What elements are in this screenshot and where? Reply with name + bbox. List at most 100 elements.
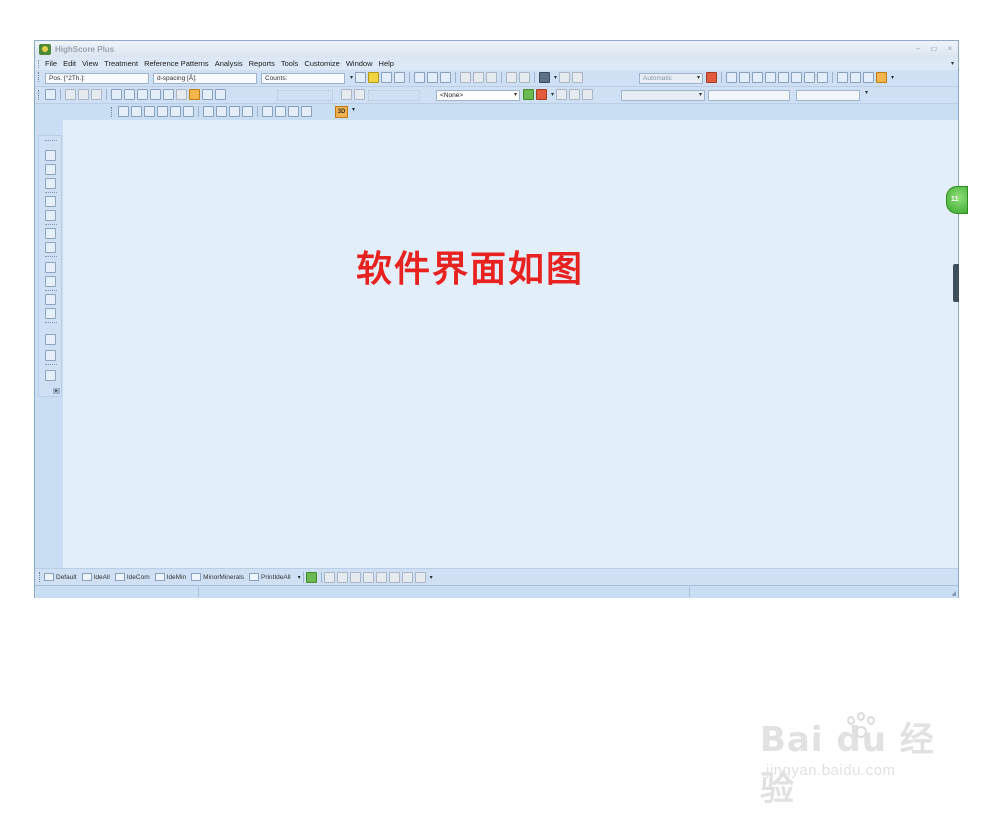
peak-display-c-icon[interactable] [137, 89, 148, 100]
bottom-bars-icon[interactable] [349, 571, 361, 583]
background-icon[interactable] [752, 72, 763, 83]
menu-tools[interactable]: Tools [281, 59, 299, 68]
scale-mode-select[interactable]: Automatic ▾ [639, 73, 703, 84]
zoom-window-icon[interactable] [275, 106, 286, 117]
intensity-slider[interactable] [277, 90, 333, 101]
document-area[interactable]: 软件界面如图 [63, 120, 958, 568]
threshold-slider[interactable] [368, 90, 420, 101]
pointer-icon[interactable] [242, 106, 253, 117]
peak-display-d-icon[interactable] [150, 89, 161, 100]
side-panel-handle[interactable] [953, 264, 959, 302]
undo-icon[interactable] [506, 72, 518, 83]
search-field-a[interactable] [708, 90, 790, 101]
filter-icon[interactable] [354, 89, 365, 100]
toolbar-grip-icon[interactable] [38, 72, 40, 82]
plot-stacked-icon[interactable] [91, 89, 102, 100]
pattern-edit-icon[interactable] [569, 89, 581, 100]
peak-display-b-icon[interactable] [124, 89, 135, 100]
pattern-filter-select[interactable]: ▾ [621, 90, 705, 101]
bottom-profile-icon[interactable] [336, 571, 348, 583]
toolbar-grip-icon[interactable] [38, 89, 40, 100]
menubar-grip-icon[interactable] [38, 60, 40, 68]
menu-customize[interactable]: Customize [304, 59, 339, 68]
layout-3-icon[interactable] [144, 106, 155, 117]
pan-icon[interactable] [301, 106, 312, 117]
menu-treatment[interactable]: Treatment [104, 59, 138, 68]
left-tool-image-icon[interactable] [45, 294, 56, 305]
graphics-window-icon[interactable] [45, 89, 56, 100]
page-setup-icon[interactable] [440, 72, 452, 83]
save-icon[interactable] [381, 72, 393, 83]
left-tool-magnifier-icon[interactable] [45, 228, 56, 239]
menu-help[interactable]: Help [379, 59, 394, 68]
report-icon[interactable] [850, 72, 861, 83]
left-tool-eraser-icon[interactable] [45, 276, 56, 287]
bottom-marker-icon[interactable] [375, 571, 387, 583]
toolbar-overflow-icon[interactable]: ▾ [352, 106, 355, 113]
toolbar-overflow-icon[interactable]: ▾ [554, 74, 557, 81]
bottom-tab-minorminerals[interactable]: MinorMinerals [191, 573, 244, 581]
zoom-box-icon[interactable] [216, 106, 227, 117]
plot-sticks-icon[interactable] [78, 89, 89, 100]
toolbar-overflow-icon[interactable]: ▾ [350, 74, 353, 81]
left-tool-scale-icon[interactable] [45, 350, 56, 361]
maximize-button[interactable]: ▭ [930, 43, 938, 54]
toolbar-grip-icon[interactable] [111, 106, 113, 117]
database-icon[interactable] [539, 72, 551, 83]
toolbar-overflow-icon[interactable]: ▾ [298, 574, 301, 581]
layout-5-icon[interactable] [170, 106, 181, 117]
search-match-icon[interactable] [817, 72, 828, 83]
zoom-fit-icon[interactable] [229, 106, 240, 117]
peak-display-a-icon[interactable] [111, 89, 122, 100]
cut-icon[interactable] [460, 72, 472, 83]
print-icon[interactable] [414, 72, 426, 83]
minimize-button[interactable]: – [914, 43, 922, 54]
open-folder-icon[interactable] [368, 72, 380, 83]
smooth-icon[interactable] [765, 72, 776, 83]
left-tool-globe-icon[interactable] [45, 308, 56, 319]
copy-icon[interactable] [473, 72, 485, 83]
bottom-tab-default[interactable]: Default [44, 573, 77, 581]
difference-icon[interactable] [176, 89, 187, 100]
floating-assistant-icon[interactable]: 11 [946, 186, 968, 214]
add-pattern-icon[interactable] [523, 89, 534, 100]
strip-k-alpha-icon[interactable] [778, 72, 789, 83]
layout-6-icon[interactable] [183, 106, 194, 117]
left-tool-pen-icon[interactable] [45, 262, 56, 273]
save-as-icon[interactable] [394, 72, 406, 83]
bottom-peak-icon[interactable] [323, 571, 335, 583]
left-tool-axis-icon[interactable] [45, 334, 56, 345]
pattern-list-icon[interactable] [556, 89, 568, 100]
left-tool-peak-icon[interactable] [45, 196, 56, 207]
menubar-overflow-icon[interactable]: ▾ [951, 60, 954, 67]
layout-1-icon[interactable] [118, 106, 129, 117]
paste-icon[interactable] [486, 72, 498, 83]
overlay-icon[interactable] [163, 89, 174, 100]
layout-2-icon[interactable] [131, 106, 142, 117]
toolbar-overflow-icon[interactable]: ▾ [891, 74, 894, 81]
correct-displacement-icon[interactable] [791, 72, 802, 83]
filter-funnel-icon[interactable] [305, 571, 317, 583]
left-tool-move-icon[interactable] [45, 178, 56, 189]
remove-pattern-icon[interactable] [536, 89, 547, 100]
bottom-tab-printideall[interactable]: PrintIdeAll [248, 573, 291, 581]
left-tool-chart-icon[interactable] [45, 210, 56, 221]
bottom-tab-idemin[interactable]: IdeMin [154, 573, 186, 581]
plot-lines-icon[interactable] [65, 89, 76, 100]
close-button[interactable]: × [946, 43, 954, 54]
left-tool-select-icon[interactable] [45, 150, 56, 161]
menu-reports[interactable]: Reports [249, 59, 275, 68]
view-3d-button[interactable]: 3D [335, 106, 348, 118]
wavelength-icon[interactable] [559, 72, 571, 83]
magnifier-icon[interactable] [262, 106, 273, 117]
resize-grip-icon[interactable]: ◢ [951, 590, 956, 597]
search-field-b[interactable] [796, 90, 860, 101]
print-preview-icon[interactable] [427, 72, 439, 83]
scan-list-icon[interactable] [837, 72, 848, 83]
menu-window[interactable]: Window [346, 59, 373, 68]
redo-icon[interactable] [519, 72, 531, 83]
toolbar-overflow-icon[interactable]: ▾ [865, 89, 868, 96]
layout-4-icon[interactable] [157, 106, 168, 117]
menu-view[interactable]: View [82, 59, 98, 68]
bottom-fit-icon[interactable] [362, 571, 374, 583]
